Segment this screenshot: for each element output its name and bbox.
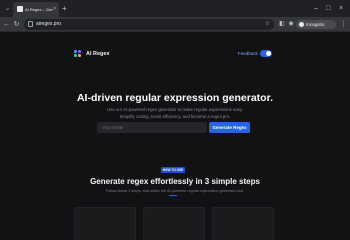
- steps-subtitle: Follow these 3 steps, and utilize the AI…: [105, 189, 245, 193]
- favicon-icon: [17, 6, 23, 12]
- back-icon[interactable]: ←: [2, 20, 11, 29]
- steps-title: Generate regex effortlessly in 3 simple …: [90, 177, 260, 186]
- logo-square-3: [74, 54, 77, 57]
- incognito-badge[interactable]: Incognito: [296, 20, 336, 29]
- hero-subtitle-line1: Use our AI-powered regex generator to ma…: [107, 107, 243, 112]
- minimize-icon[interactable]: –: [314, 4, 318, 13]
- step-card-2: [143, 207, 205, 240]
- step-card-3: [212, 207, 274, 240]
- feedback-link[interactable]: Feedback: [238, 49, 258, 59]
- bookmark-star-icon[interactable]: ☆: [265, 20, 270, 29]
- browser-toolbar: ← ↻ airegex.pro ☆ ◧ ◉ Incognito ⋮: [0, 17, 350, 32]
- logo-square-4: [78, 54, 81, 57]
- logo-square-2: [78, 50, 81, 53]
- how-to-use-badge: HOW TO USE: [161, 167, 185, 173]
- page-content: AI Regex Feedback AI-driven regular expr…: [0, 33, 350, 240]
- hero-subtitle-line2: Simplify coding, boost efficiency, and b…: [119, 114, 231, 119]
- tab-title: AI Regex – Generate Regex Ea: [25, 7, 53, 12]
- browser-tab-active[interactable]: AI Regex – Generate Regex Ea ×: [13, 2, 59, 17]
- email-input[interactable]: [97, 122, 207, 133]
- maximize-icon[interactable]: □: [326, 4, 330, 13]
- lock-icon: [28, 21, 33, 27]
- logo-icon[interactable]: [74, 50, 82, 58]
- logo-square-1: [74, 50, 77, 53]
- browser-window: ⌄ AI Regex – Generate Regex Ea × + – □ ×…: [0, 0, 350, 240]
- extension-icon[interactable]: ◧: [278, 20, 286, 29]
- incognito-label: Incognito: [306, 22, 325, 27]
- steps-divider: [169, 195, 177, 196]
- incognito-icon: [299, 22, 304, 27]
- hero-title: AI-driven regular expression generator.: [76, 92, 274, 104]
- site-header: AI Regex Feedback: [0, 46, 350, 62]
- tab-search-icon[interactable]: ⌄: [3, 4, 12, 13]
- logo-text[interactable]: AI Regex: [86, 49, 110, 59]
- step-card-1: [74, 207, 136, 240]
- theme-toggle[interactable]: [260, 50, 272, 57]
- new-tab-button[interactable]: +: [62, 4, 67, 13]
- profile-icon[interactable]: ◉: [287, 20, 295, 29]
- browser-menu-icon[interactable]: ⋮: [340, 20, 347, 29]
- reload-icon[interactable]: ↻: [12, 20, 21, 29]
- tab-strip: ⌄ AI Regex – Generate Regex Ea × + – □ ×: [0, 0, 350, 17]
- generate-regex-button[interactable]: Generate Regex: [209, 122, 250, 133]
- close-window-icon[interactable]: ×: [339, 4, 343, 13]
- address-bar[interactable]: airegex.pro ☆: [24, 19, 274, 30]
- tab-close-icon[interactable]: ×: [53, 6, 56, 13]
- address-url: airegex.pro: [36, 21, 62, 27]
